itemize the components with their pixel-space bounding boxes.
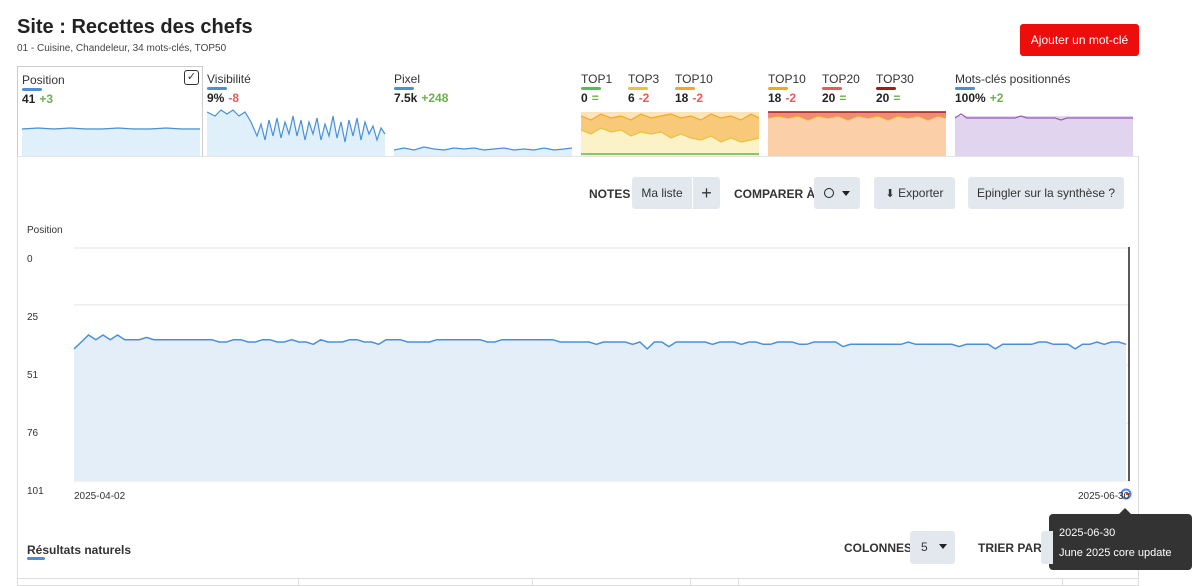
table-column-divider: [1062, 578, 1063, 586]
sort-by-label: TRIER PAR: [978, 541, 1042, 555]
position-area: [74, 335, 1126, 481]
x-tick-label: 2025-06-30: [1078, 491, 1130, 502]
table-column-divider: [690, 578, 691, 586]
columns-label: COLONNES: [844, 541, 913, 555]
tooltip-date: 2025-06-30: [1059, 527, 1116, 539]
columns-select[interactable]: 5: [910, 531, 955, 564]
table-column-divider: [298, 578, 299, 586]
y-tick-label: 101: [27, 486, 44, 497]
results-table-header: [17, 578, 1139, 586]
natural-results-title: Résultats naturels: [27, 543, 132, 557]
x-tick-label: 2025-04-02: [74, 491, 126, 502]
y-tick-label: 76: [27, 428, 39, 439]
natural-results-underline: [27, 557, 45, 560]
event-tooltip: 2025-06-30 June 2025 core update: [1049, 508, 1192, 570]
y-tick-label: 0: [27, 254, 33, 265]
chevron-down-icon: [939, 544, 948, 549]
columns-value: 5: [921, 540, 928, 554]
sort-by-select[interactable]: [1041, 531, 1053, 564]
y-tick-label: 51: [27, 370, 39, 381]
table-column-divider: [738, 578, 739, 586]
main-position-chart: [73, 247, 1132, 500]
tooltip-event: June 2025 core update: [1059, 547, 1172, 559]
table-column-divider: [532, 578, 533, 586]
y-tick-label: 25: [27, 312, 39, 323]
